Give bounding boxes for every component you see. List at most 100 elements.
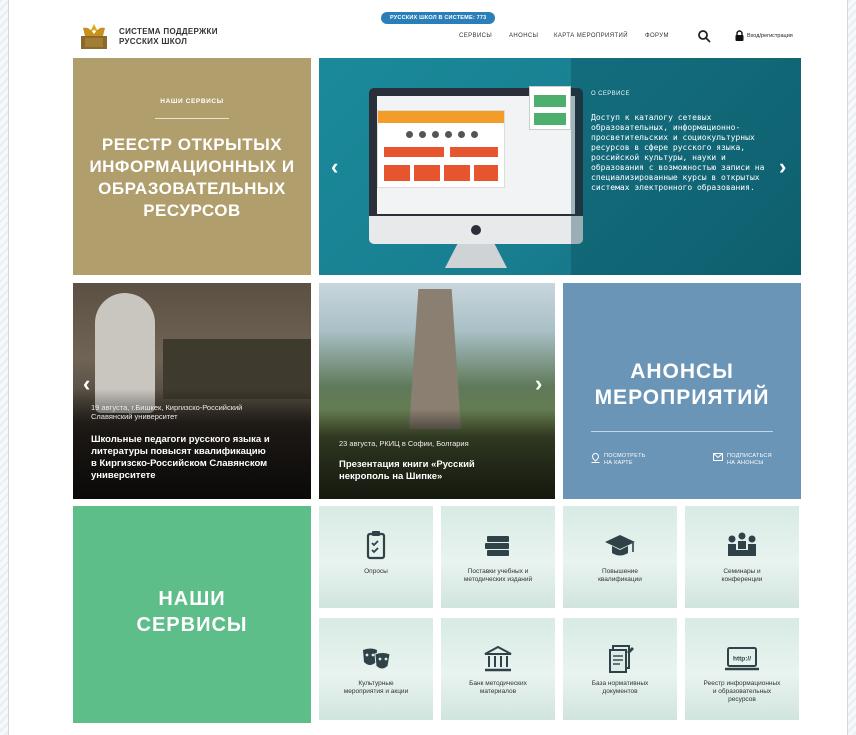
brand-title[interactable]: СИСТЕМА ПОДДЕРЖКИ РУССКИХ ШКОЛ <box>119 27 218 47</box>
logo-icon[interactable] <box>79 22 109 50</box>
hero-monitor-dot <box>471 225 481 235</box>
service-label-line: методических изданий <box>463 576 533 583</box>
services-title: НАШИ СЕРВИСЫ <box>73 586 311 638</box>
subscribe-line: ПОДПИСАТЬСЯ <box>727 453 772 459</box>
login-label: Вход/регистрация <box>747 32 793 39</box>
seminar-icon <box>728 532 756 556</box>
news-title-line: Школьные педагоги русского языка и <box>91 434 270 445</box>
subscribe-link[interactable]: ПОДПИСАТЬСЯ НА АНОНСЫ <box>713 453 772 467</box>
anons-divider <box>591 431 773 432</box>
hero-card-illustration <box>529 86 571 130</box>
service-methodical-bank[interactable]: Банк методических материалов <box>441 618 555 720</box>
http-monitor-icon: http:// <box>725 647 759 671</box>
service-label: Семинары и конференции <box>689 568 795 584</box>
service-label-line: мероприятия и акции <box>343 688 409 695</box>
service-label-line: База нормативных <box>591 680 649 687</box>
service-label: База нормативных документов <box>567 680 673 696</box>
subscribe-line: НА АНОНСЫ <box>727 460 764 466</box>
news-shade <box>319 409 555 499</box>
service-polls[interactable]: Опросы <box>319 506 433 608</box>
service-label-line: Семинары и <box>723 568 761 575</box>
nav-item-services[interactable]: СЕРВИСЫ <box>459 33 492 39</box>
registry-title-line: ИНФОРМАЦИОННЫХ И <box>89 157 295 176</box>
envelope-icon <box>713 453 723 461</box>
news-title-line: некрополь на Шипке» <box>339 471 443 482</box>
view-on-map-line: НА КАРТЕ <box>604 460 633 466</box>
news-title-line: литературы повысят квалификацию <box>91 446 266 457</box>
news-title-line: университете <box>91 470 156 481</box>
news-prev-arrow-icon[interactable]: ‹ <box>83 373 90 395</box>
service-label-line: Поставки учебных и <box>467 568 529 575</box>
news-card[interactable]: › 23 августа, РКИЦ в Софии, Болгария Пре… <box>319 283 555 499</box>
registry-kicker: НАШИ СЕРВИСЫ <box>160 98 224 105</box>
svg-text:http://: http:// <box>733 656 751 663</box>
services-title-line: НАШИ <box>158 588 226 610</box>
registry-divider <box>155 118 229 119</box>
service-label: Поставки учебных и методических изданий <box>445 568 551 584</box>
brand-line-1: СИСТЕМА ПОДДЕРЖКИ <box>119 27 218 36</box>
registry-title-line: РЕЕСТР ОТКРЫТЫХ <box>101 135 283 154</box>
service-supplies[interactable]: Поставки учебных и методических изданий <box>441 506 555 608</box>
service-label: Культурные мероприятия и акции <box>323 680 429 696</box>
registry-title-line: ОБРАЗОВАТЕЛЬНЫХ <box>98 179 286 198</box>
service-label: Реестр информационных и образовательных … <box>689 680 795 704</box>
hero-description: Доступ к каталогу сетевых образовательны… <box>591 113 765 192</box>
page: РУССКИХ ШКОЛ В СИСТЕМЕ: 773 СИСТЕМА ПОДД… <box>8 0 848 735</box>
service-label-line: Банк методических <box>469 680 527 687</box>
nav-item-forum[interactable]: ФОРУМ <box>645 33 669 39</box>
service-normative-base[interactable]: База нормативных документов <box>563 618 677 720</box>
service-label-line: квалификации <box>598 576 642 583</box>
service-label: Повышение квалификации <box>567 568 673 584</box>
view-on-map-link[interactable]: ПОСМОТРЕТЬ НА КАРТЕ <box>591 453 646 467</box>
hero-kicker: О СЕРВИСЕ <box>591 91 630 97</box>
map-pin-icon <box>591 453 600 463</box>
nav-item-events-map[interactable]: КАРТА МЕРОПРИЯТИЙ <box>554 33 628 39</box>
news-date-line: 23 августа, РКИЦ в Софии, Болгария <box>339 439 469 448</box>
service-label-line: Повышение <box>601 568 639 575</box>
news-date-line: 19 августа, г.Бишкек, Киргизско-Российск… <box>91 403 243 412</box>
service-label-line: и образовательных <box>712 688 772 695</box>
search-icon[interactable] <box>697 29 711 43</box>
hero-monitor-stand <box>445 244 507 268</box>
service-resources-registry[interactable]: http:// Реестр информационных и образова… <box>685 618 799 720</box>
nav-item-anons[interactable]: АНОНСЫ <box>509 33 538 39</box>
graduation-cap-icon <box>605 535 635 556</box>
brand-line-2: РУССКИХ ШКОЛ <box>119 37 188 46</box>
news-next-arrow-icon[interactable]: › <box>535 373 542 395</box>
schools-counter-badge: РУССКИХ ШКОЛ В СИСТЕМЕ: 773 <box>381 12 496 24</box>
service-qualification[interactable]: Повышение квалификации <box>563 506 677 608</box>
service-label-line: документов <box>602 688 638 695</box>
monument-tower-illustration <box>409 289 461 429</box>
service-label-line: конференции <box>721 576 763 583</box>
service-label-line: материалов <box>479 688 517 695</box>
news-card[interactable]: ‹ 19 августа, г.Бишкек, Киргизско-Россий… <box>73 283 311 499</box>
documents-icon <box>609 645 634 673</box>
hero-prev-arrow-icon[interactable]: ‹ <box>331 156 338 178</box>
view-on-map-line: ПОСМОТРЕТЬ <box>604 453 646 459</box>
service-seminars[interactable]: Семинары и конференции <box>685 506 799 608</box>
anons-tile[interactable]: АНОНСЫ МЕРОПРИЯТИЙ ПОСМОТРЕТЬ НА КАРТЕ П… <box>563 283 801 499</box>
news-date-line: Славянский университет <box>91 412 178 421</box>
service-label: Опросы <box>323 568 429 576</box>
anons-title: АНОНСЫ МЕРОПРИЯТИЙ <box>563 359 801 411</box>
theater-masks-icon <box>363 648 391 670</box>
service-label: Банк методических материалов <box>445 680 551 696</box>
services-tile[interactable]: НАШИ СЕРВИСЫ <box>73 506 311 723</box>
login-link[interactable]: Вход/регистрация <box>735 30 793 41</box>
service-label-line: Культурные <box>358 680 394 687</box>
registry-tile[interactable]: НАШИ СЕРВИСЫ РЕЕСТР ОТКРЫТЫХ ИНФОРМАЦИОН… <box>73 58 311 275</box>
news-title-line: Презентация книги «Русский <box>339 459 475 470</box>
anons-title-line: АНОНСЫ <box>630 360 734 383</box>
registry-title: РЕЕСТР ОТКРЫТЫХ ИНФОРМАЦИОННЫХ И ОБРАЗОВ… <box>83 134 301 222</box>
service-label-line: ресурсов <box>728 696 756 703</box>
service-label-line: Реестр информационных <box>703 680 781 687</box>
news-title-line: в Киргизско-Российском Славянском <box>91 458 268 469</box>
services-title-line: СЕРВИСЫ <box>136 614 248 636</box>
bank-icon <box>484 645 512 672</box>
service-label-line: Опросы <box>364 568 388 575</box>
anons-title-line: МЕРОПРИЯТИЙ <box>594 386 770 409</box>
service-culture[interactable]: Культурные мероприятия и акции <box>319 618 433 720</box>
hero-next-arrow-icon[interactable]: › <box>779 156 786 178</box>
hero-slider[interactable]: О СЕРВИСЕ Доступ к каталогу сетевых обра… <box>319 58 801 275</box>
registry-title-line: РЕСУРСОВ <box>143 201 241 220</box>
